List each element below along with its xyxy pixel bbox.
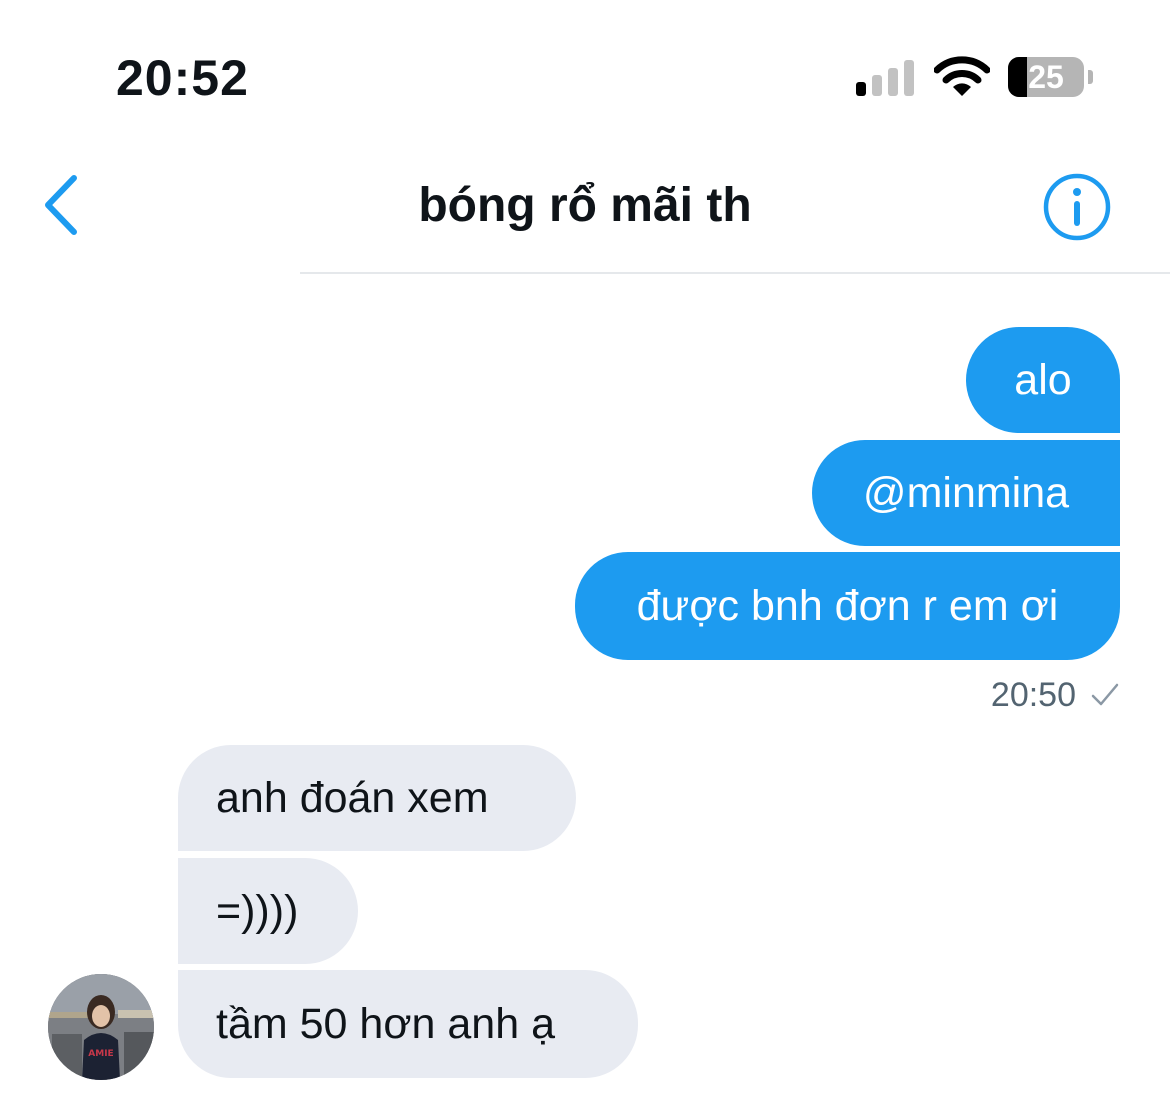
status-time: 20:52 [116, 50, 249, 106]
conversation-title: bóng rổ mãi th [418, 179, 752, 232]
battery-level: 25 [1028, 59, 1064, 95]
info-icon[interactable] [1042, 172, 1112, 242]
outgoing-message[interactable]: alo [966, 327, 1120, 433]
chevron-left-icon[interactable] [36, 170, 92, 240]
outgoing-message[interactable]: được bnh đơn r em ơi [575, 552, 1120, 660]
battery-body: 25 [1008, 57, 1084, 97]
checkmark-icon [1091, 683, 1119, 706]
battery-tip [1088, 70, 1093, 84]
incoming-message[interactable]: =)))) [178, 858, 358, 964]
avatar[interactable]: AMIE [48, 974, 154, 1080]
message-timestamp: 20:50 [990, 675, 1076, 714]
dm-conversation-screen: 20:52 25 bóng rổ mãi th alo @minmina đượ… [0, 0, 1170, 1093]
incoming-message[interactable]: anh đoán xem [178, 745, 576, 851]
message-meta: 20:50 [991, 672, 1120, 718]
battery-icon: 25 [1008, 57, 1093, 97]
cellular-signal-icon [856, 60, 914, 96]
wifi-icon [934, 56, 990, 96]
outgoing-message[interactable]: @minmina [812, 440, 1120, 546]
svg-text:AMIE: AMIE [88, 1049, 113, 1059]
header-divider [300, 272, 1170, 274]
incoming-message[interactable]: tầm 50 hơn anh ạ [178, 970, 638, 1078]
